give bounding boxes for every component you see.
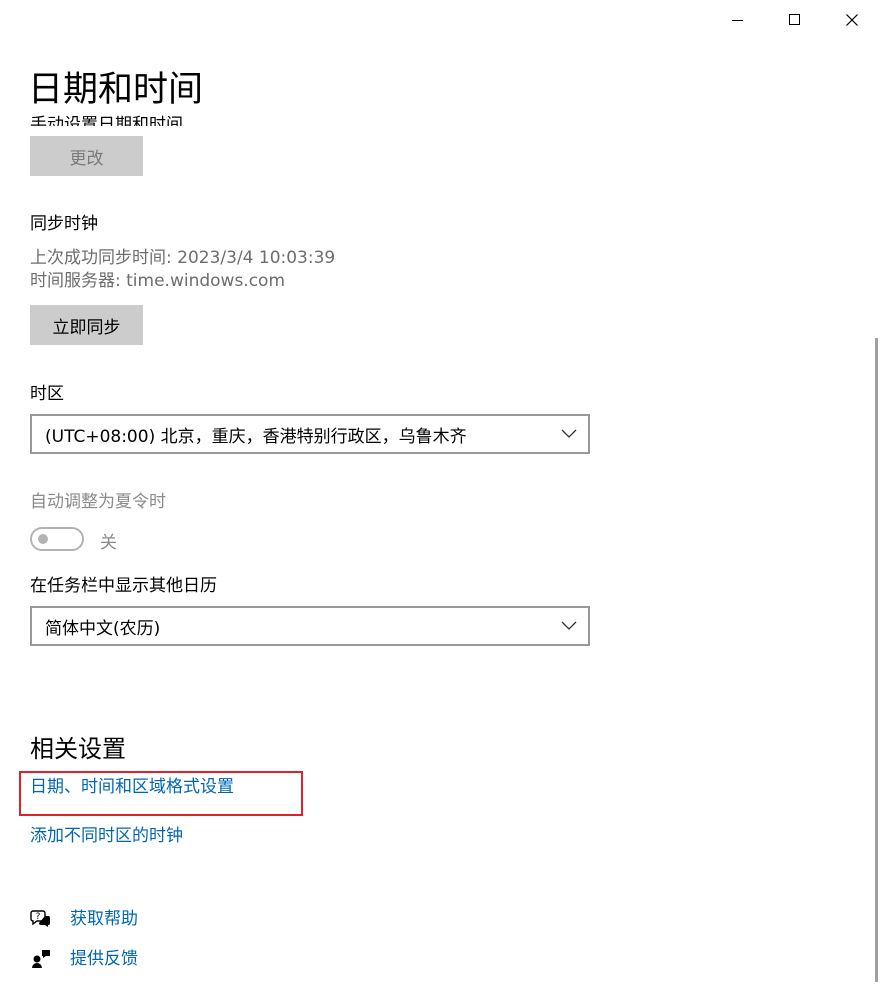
sync-now-button[interactable]: 立即同步	[30, 305, 143, 345]
maximize-icon	[788, 14, 800, 25]
toggle-knob	[38, 534, 48, 544]
change-button[interactable]: 更改	[30, 136, 143, 176]
svg-text:?: ?	[36, 912, 41, 922]
get-help-link[interactable]: 获取帮助	[70, 907, 138, 931]
calendar-select[interactable]: 简体中文(农历)	[30, 606, 590, 646]
dst-state-label: 关	[100, 533, 117, 553]
timezone-value: (UTC+08:00) 北京，重庆，香港特别行政区，乌鲁木齐	[45, 426, 467, 447]
feedback-link[interactable]: 提供反馈	[70, 947, 138, 971]
help-chat-icon: ?	[30, 908, 52, 930]
chevron-down-icon	[554, 608, 584, 644]
minimize-icon	[731, 20, 743, 21]
settings-window: 手动设置日期和时间 日期和时间 更改 同步时钟 上次成功同步时间: 2023/3…	[0, 0, 880, 1000]
highlight-box	[19, 771, 303, 816]
page-title: 日期和时间	[28, 66, 210, 114]
time-server-text: 时间服务器: time.windows.com	[30, 271, 286, 291]
timezone-select[interactable]: (UTC+08:00) 北京，重庆，香港特别行政区，乌鲁木齐	[30, 414, 590, 454]
get-help-row[interactable]: ? 获取帮助	[30, 907, 138, 931]
feedback-row[interactable]: 提供反馈	[30, 947, 138, 971]
calendar-label: 在任务栏中显示其他日历	[30, 576, 217, 596]
close-icon	[845, 14, 858, 26]
related-settings-heading: 相关设置	[30, 735, 126, 763]
scrollbar[interactable]	[875, 338, 878, 982]
maximize-button[interactable]	[766, 0, 823, 40]
add-clock-link[interactable]: 添加不同时区的时钟	[30, 824, 183, 848]
timezone-label: 时区	[30, 384, 64, 404]
close-button[interactable]	[823, 0, 880, 40]
feedback-icon	[30, 948, 52, 970]
last-sync-text: 上次成功同步时间: 2023/3/4 10:03:39	[30, 248, 336, 268]
calendar-value: 简体中文(农历)	[45, 618, 161, 639]
dst-toggle[interactable]	[30, 527, 84, 551]
sync-heading: 同步时钟	[30, 214, 98, 234]
dst-label: 自动调整为夏令时	[30, 492, 166, 512]
window-controls	[709, 0, 880, 40]
chevron-down-icon	[554, 416, 584, 452]
minimize-button[interactable]	[709, 0, 766, 40]
